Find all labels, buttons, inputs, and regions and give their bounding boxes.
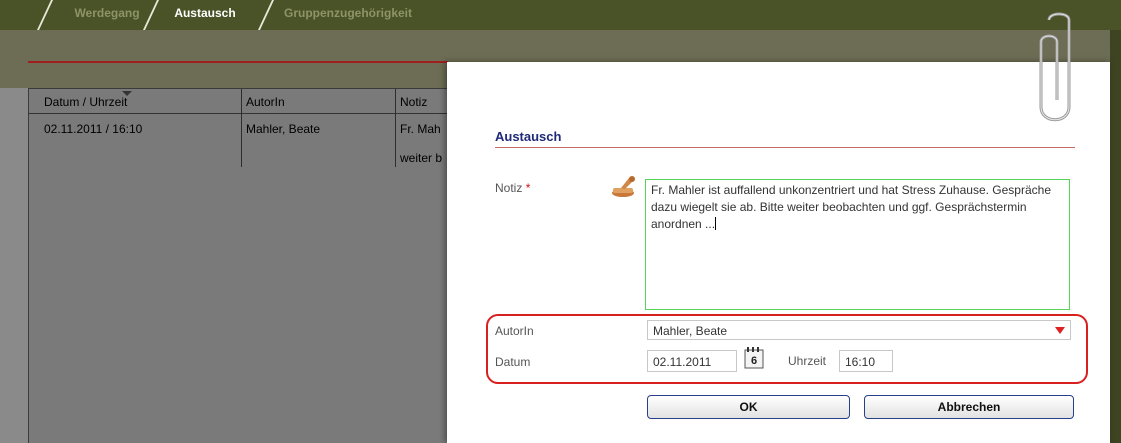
tab-austausch[interactable]: Austausch (156, 0, 254, 30)
sort-arrow-icon[interactable] (122, 91, 132, 96)
column-header-note[interactable]: Notiz (400, 95, 427, 109)
title-divider (495, 147, 1075, 148)
note-text: Fr. Mahler ist auffallend unkonzentriert… (651, 183, 1051, 231)
tab-bar: Werdegang Austausch Gruppenzugehörigkeit (0, 0, 1121, 31)
cancel-button[interactable]: Abbrechen (864, 395, 1074, 419)
note-textarea[interactable]: Fr. Mahler ist auffallend unkonzentriert… (645, 179, 1070, 310)
row-datetime: 02.11.2011 / 16:10 (44, 122, 143, 136)
background-right-edge (1110, 30, 1121, 443)
list-header: Datum / Uhrzeit AutorIn Notiz (29, 89, 449, 114)
row-note: Fr. Mah (400, 122, 441, 136)
exchange-list: Datum / Uhrzeit AutorIn Notiz 02.11.2011… (28, 88, 450, 443)
text-cursor (715, 217, 717, 230)
note-label: Notiz * (495, 181, 530, 195)
column-divider (241, 89, 242, 167)
column-header-datetime[interactable]: Datum / Uhrzeit (44, 95, 127, 109)
tab-separator (37, 0, 53, 30)
tab-werdegang[interactable]: Werdegang (58, 0, 156, 30)
paperclip-icon (1039, 12, 1071, 122)
required-mark: * (525, 181, 531, 195)
section-divider (28, 61, 448, 63)
column-divider (395, 89, 396, 167)
app-frame: Werdegang Austausch Gruppenzugehörigkeit… (0, 0, 1121, 443)
ok-button[interactable]: OK (647, 395, 850, 419)
row-note-continued: weiter b (400, 151, 443, 165)
note-label-text: Notiz (495, 181, 523, 195)
highlight-annotation (486, 314, 1088, 384)
austausch-dialog: Austausch Notiz * Fr. Mahler ist auffall… (447, 12, 1110, 443)
tab-gruppenzugehoerigkeit[interactable]: Gruppenzugehörigkeit (270, 0, 488, 30)
stamp-icon[interactable] (610, 174, 638, 198)
row-author: Mahler, Beate (246, 122, 321, 136)
dialog-title: Austausch (495, 129, 562, 144)
column-header-author[interactable]: AutorIn (246, 95, 285, 109)
